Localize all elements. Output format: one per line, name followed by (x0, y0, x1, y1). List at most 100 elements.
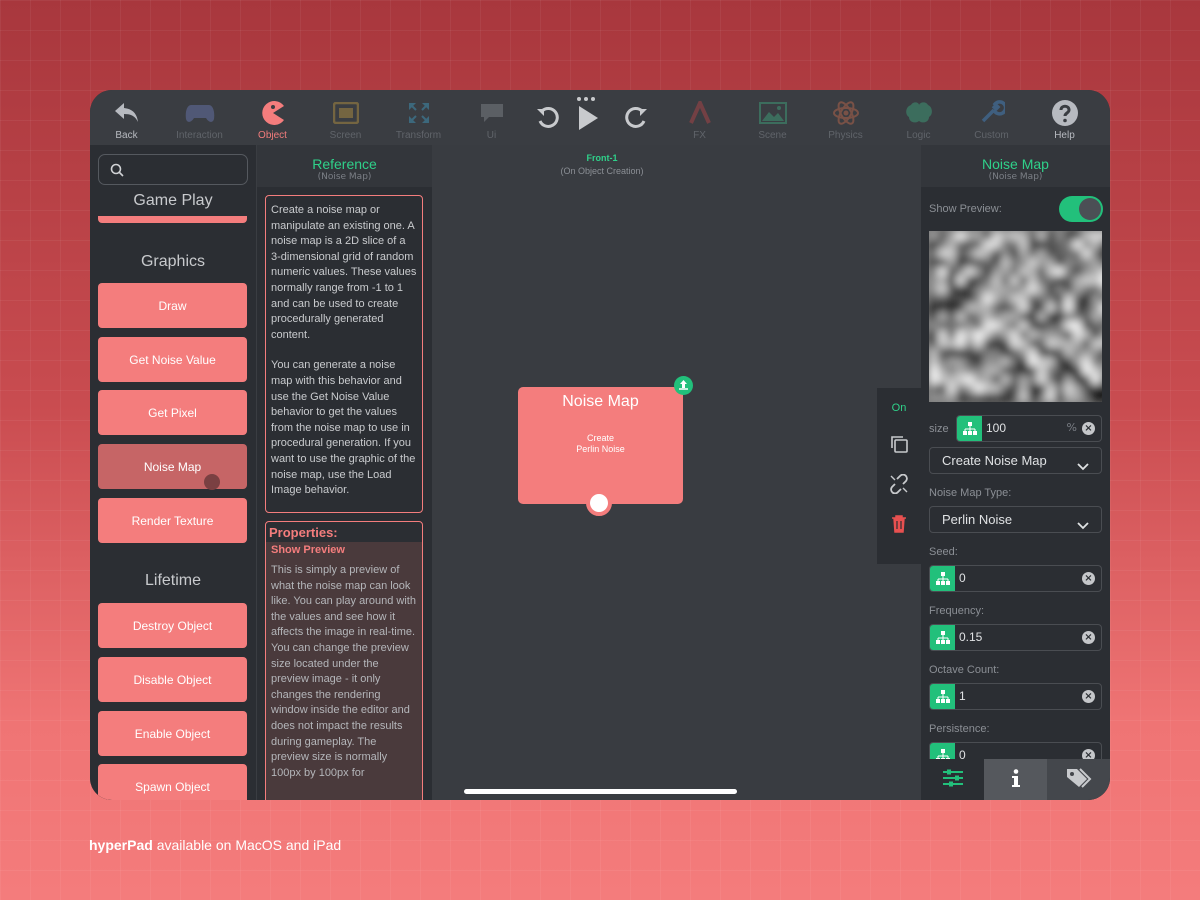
frequency-field[interactable]: 0.15 × (929, 624, 1102, 651)
clear-icon[interactable]: × (1082, 422, 1095, 435)
octave-field[interactable]: 1 × (929, 683, 1102, 710)
caption-text: available on MacOS and iPad (152, 837, 342, 853)
size-field[interactable]: 100 % × (956, 415, 1102, 442)
properties-box[interactable]: Properties: Show Preview This is simply … (265, 521, 423, 800)
hierarchy-icon[interactable] (930, 684, 955, 709)
panel-tabs (921, 759, 1110, 800)
behavior-canvas[interactable]: Front-1 (On Object Creation) Noise Map C… (432, 145, 921, 800)
tab-tags[interactable] (1047, 759, 1110, 800)
noise-cell (965, 276, 974, 285)
noise-cell (1064, 258, 1073, 267)
reference-description[interactable]: Create a noise map or manipulate an exis… (265, 195, 423, 513)
noise-cell (1037, 393, 1046, 402)
hierarchy-icon[interactable] (957, 416, 982, 441)
undo-button[interactable] (528, 90, 568, 145)
node-on-toggle[interactable]: On (877, 402, 921, 414)
unlink-icon[interactable] (877, 474, 921, 494)
duplicate-icon[interactable] (877, 434, 921, 454)
noise-cell (1028, 348, 1037, 357)
noise-cell (974, 294, 983, 303)
noise-cell (1001, 330, 1010, 339)
noise-cell (1082, 240, 1091, 249)
noise-cell (1019, 339, 1028, 348)
hierarchy-icon[interactable] (930, 566, 955, 591)
noise-cell (983, 375, 992, 384)
toolbar-screen[interactable]: Screen (309, 90, 382, 145)
play-button[interactable] (568, 90, 608, 145)
home-indicator[interactable] (464, 789, 737, 794)
behavior-render-texture[interactable]: Render Texture (98, 498, 247, 543)
behavior-label: Noise Map (143, 459, 202, 474)
clear-icon[interactable]: × (1082, 572, 1095, 585)
noise-cell (929, 303, 938, 312)
behavior-sidebar: Game Play Graphics Draw Get Noise Value … (90, 145, 256, 800)
clear-icon[interactable]: × (1082, 690, 1095, 703)
tab-settings[interactable] (921, 759, 984, 800)
mode-dropdown[interactable]: Create Noise Map (929, 447, 1102, 474)
hierarchy-icon[interactable] (930, 625, 955, 650)
toolbar-scene[interactable]: Scene (736, 90, 809, 145)
noise-cell (956, 375, 965, 384)
toolbar-interaction[interactable]: Interaction (163, 90, 236, 145)
noise-cell (1064, 303, 1073, 312)
noise-cell (929, 285, 938, 294)
noise-cell (983, 384, 992, 393)
behavior-draw[interactable]: Draw (98, 283, 247, 328)
noise-cell (1082, 267, 1091, 276)
type-dropdown[interactable]: Perlin Noise (929, 506, 1102, 533)
noise-cell (1010, 276, 1019, 285)
behavior-enable-object[interactable]: Enable Object (98, 711, 247, 756)
noise-cell (1100, 357, 1102, 366)
noise-cell (1055, 357, 1064, 366)
seed-field[interactable]: 0 × (929, 565, 1102, 592)
noise-cell (974, 375, 983, 384)
noise-cell (956, 339, 965, 348)
tab-info[interactable] (984, 759, 1047, 800)
toolbar-fx[interactable]: FX (663, 90, 736, 145)
toolbar-help[interactable]: Help (1028, 90, 1101, 145)
noise-cell (1010, 330, 1019, 339)
noise-cell (1028, 267, 1037, 276)
toolbar-transform[interactable]: Transform (382, 90, 455, 145)
noise-cell (947, 303, 956, 312)
toolbar-back[interactable]: Back (90, 90, 163, 145)
noise-map-node[interactable]: Noise Map Create Perlin Noise (518, 376, 693, 516)
noise-cell (965, 312, 974, 321)
noise-cell (929, 330, 938, 339)
toolbar-custom[interactable]: Custom (955, 90, 1028, 145)
noise-cell (974, 348, 983, 357)
node-output-port[interactable] (586, 490, 612, 516)
behavior-get-noise-value[interactable]: Get Noise Value (98, 337, 247, 382)
toolbar-object[interactable]: Object (236, 90, 309, 145)
noise-cell (1073, 357, 1082, 366)
redo-button[interactable] (608, 90, 663, 145)
noise-cell (965, 249, 974, 258)
search-input[interactable] (98, 154, 248, 185)
behavior-disable-object[interactable]: Disable Object (98, 657, 247, 702)
behavior-spawn-object[interactable]: Spawn Object (98, 764, 247, 800)
chevron-down-icon (1077, 515, 1089, 534)
node-export-icon[interactable] (674, 376, 693, 395)
noise-cell (1028, 339, 1037, 348)
noise-cell (1091, 330, 1100, 339)
noise-cell (965, 366, 974, 375)
toolbar-physics[interactable]: Physics (809, 90, 882, 145)
game-play-item-partial[interactable] (98, 216, 247, 223)
behavior-noise-map[interactable]: Noise Map (98, 444, 247, 490)
toolbar-logic[interactable]: Logic (882, 90, 955, 145)
behavior-destroy-object[interactable]: Destroy Object (98, 603, 247, 648)
noise-cell (1073, 339, 1082, 348)
toolbar-label: Custom (974, 130, 1009, 141)
clear-icon[interactable]: × (1082, 631, 1095, 644)
noise-cell (1055, 348, 1064, 357)
trash-icon[interactable] (877, 514, 921, 534)
noise-cell (1100, 249, 1102, 258)
noise-cell (965, 303, 974, 312)
noise-cell (1046, 375, 1055, 384)
noise-cell (1010, 231, 1019, 240)
toolbar-ui[interactable]: Ui (455, 90, 528, 145)
noise-cell (1001, 240, 1010, 249)
more-dots-icon[interactable] (577, 97, 595, 101)
show-preview-toggle[interactable] (1059, 196, 1103, 222)
behavior-get-pixel[interactable]: Get Pixel (98, 390, 247, 435)
